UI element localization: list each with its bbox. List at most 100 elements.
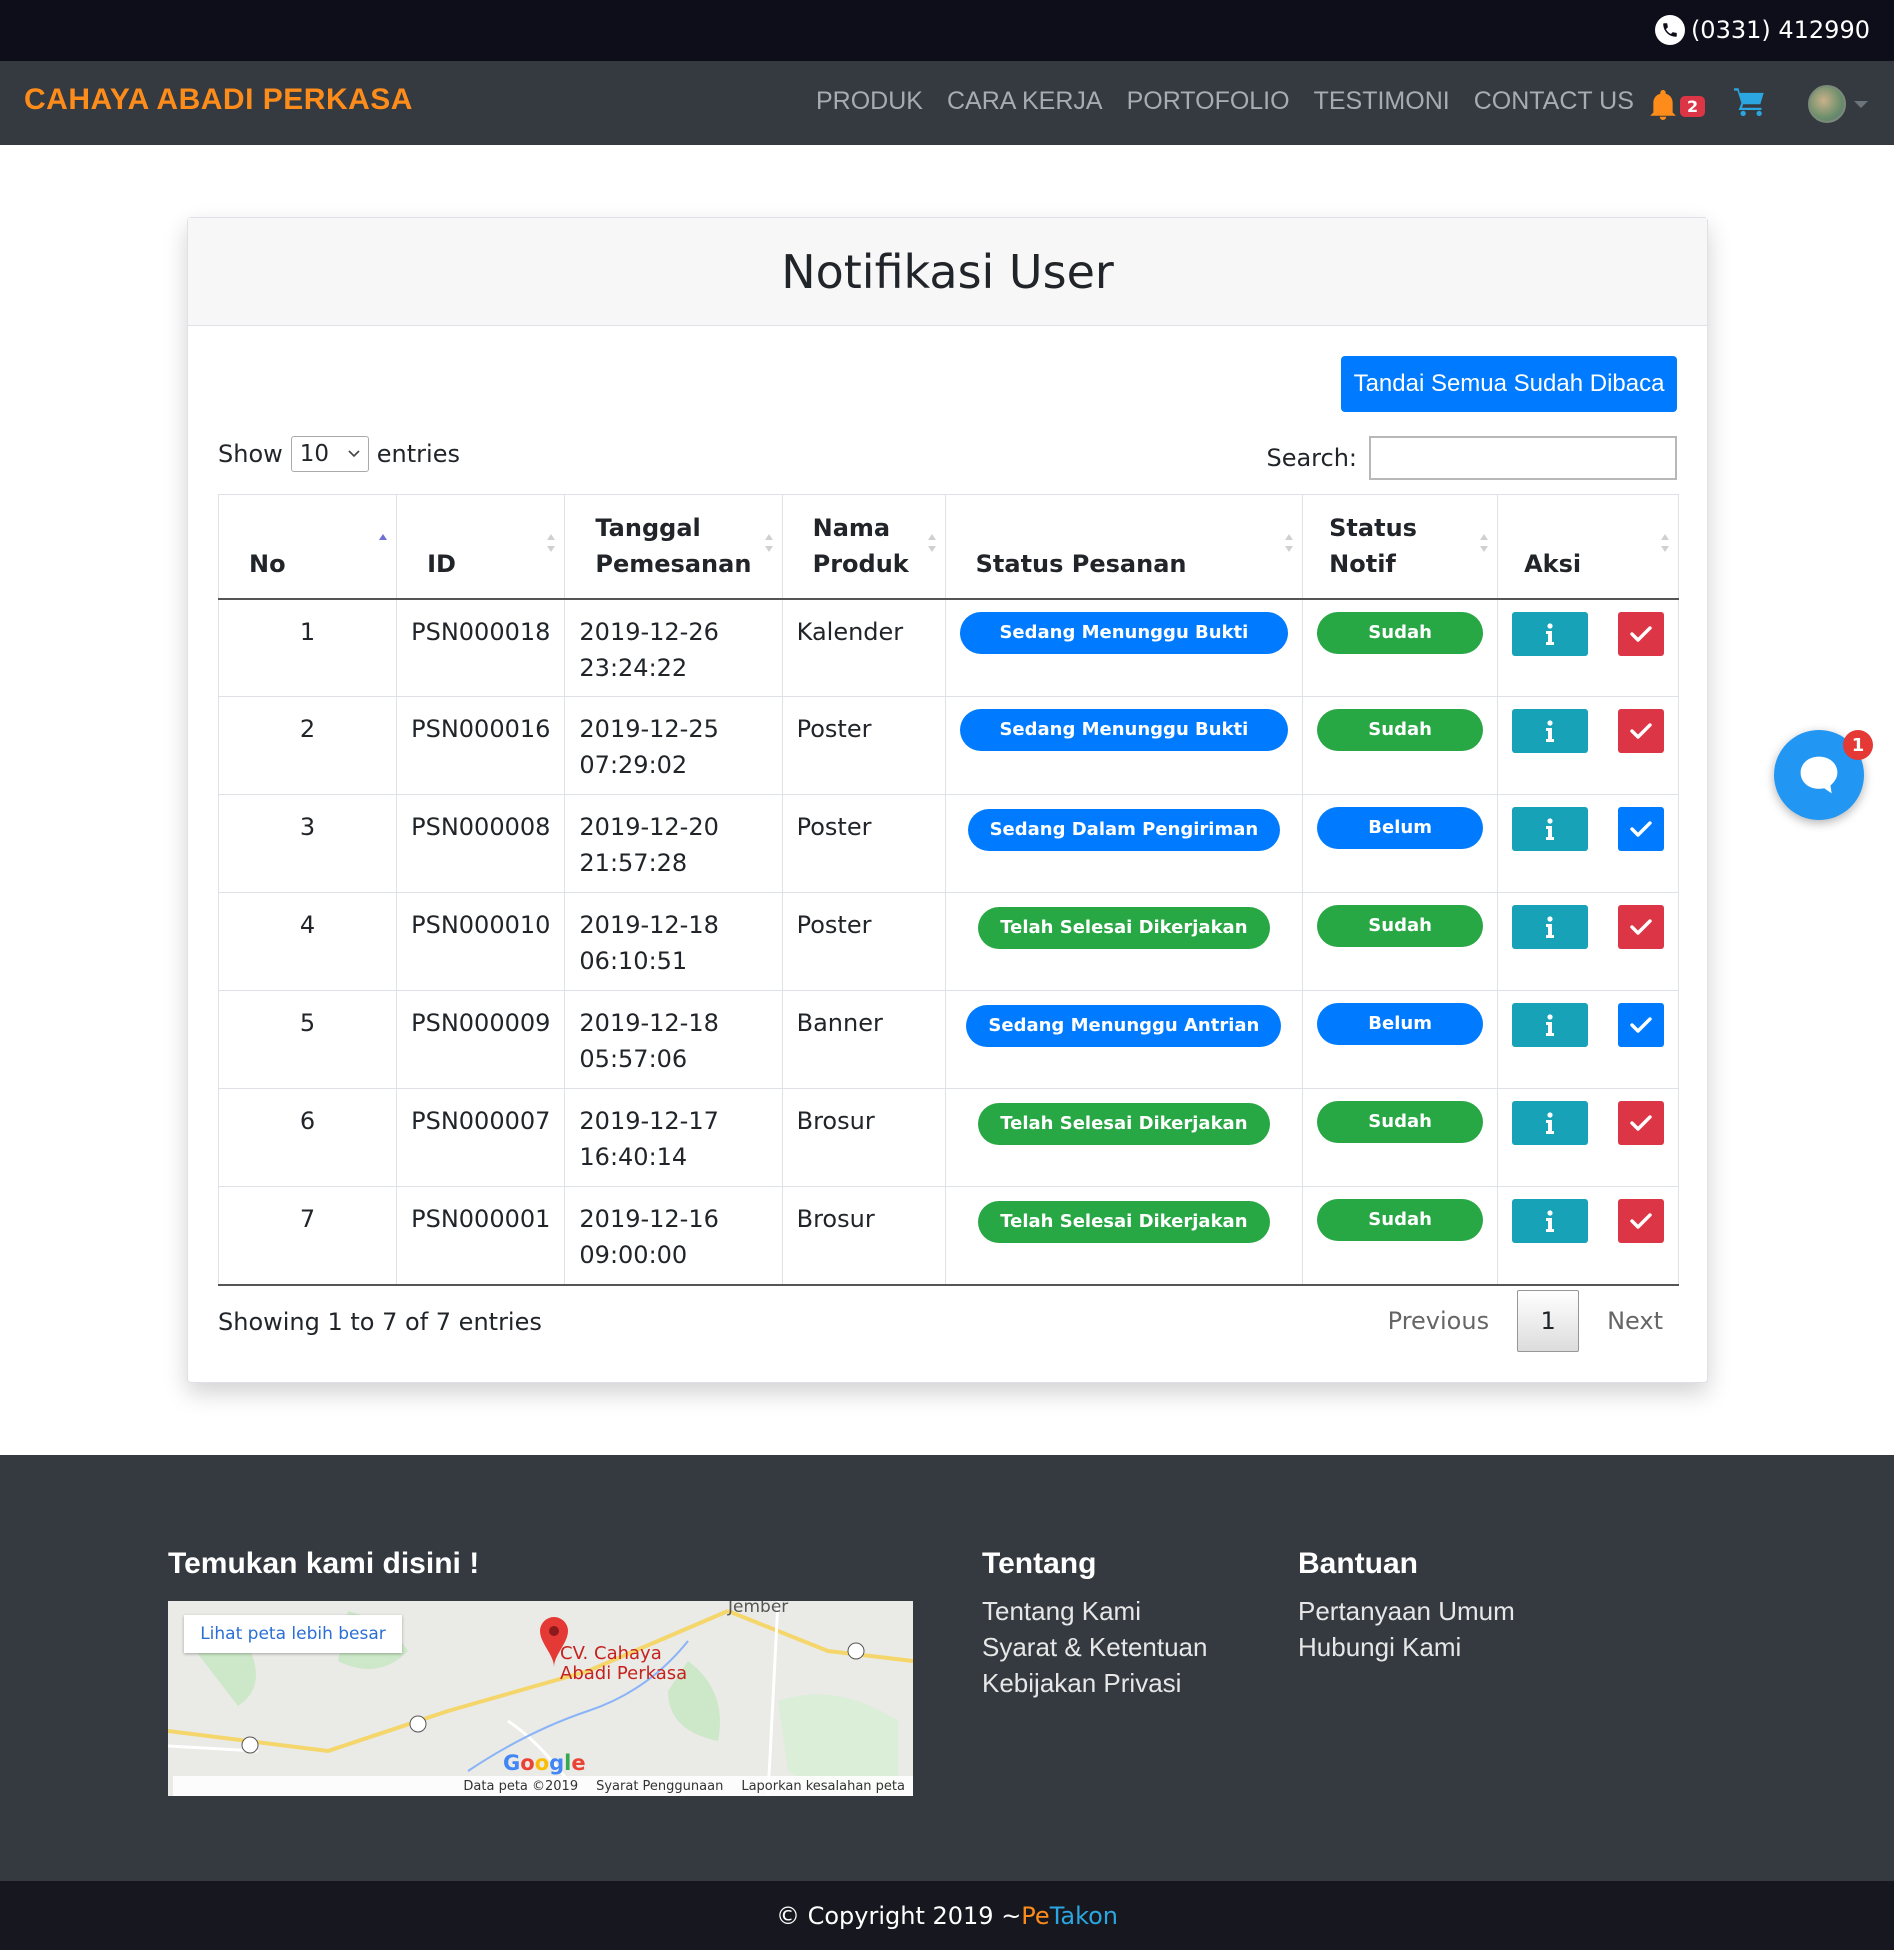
map-city-label: Jember: [728, 1601, 789, 1617]
mark-read-button[interactable]: [1618, 807, 1664, 851]
entries-select[interactable]: 10: [290, 436, 369, 472]
detail-button[interactable]: [1512, 905, 1589, 949]
map-terms-link[interactable]: Syarat Penggunaan: [596, 1779, 723, 1794]
info-icon: [1546, 720, 1555, 742]
cell-no: 1: [217, 598, 398, 697]
col-header-id[interactable]: ID: [396, 494, 566, 600]
cell-id: PSN000018: [396, 598, 566, 697]
copyright-brand-takon[interactable]: Takon: [1050, 1902, 1118, 1930]
status-notif-badge: Belum Dibaca: [1317, 807, 1484, 880]
cart-button[interactable]: [1734, 87, 1768, 121]
mark-read-button[interactable]: [1618, 905, 1664, 949]
mark-read-button[interactable]: [1618, 1101, 1664, 1145]
table-row: 2 PSN000016 2019-12-25 07:29:02 Poster Sedang…: [217, 696, 1679, 795]
sort-icon: [1480, 534, 1489, 552]
map-attribution: Data peta ©2019 Syarat Penggunaan Lapork…: [173, 1776, 913, 1796]
link-tentang-kami[interactable]: Tentang Kami: [982, 1593, 1207, 1629]
mark-read-button[interactable]: [1618, 611, 1664, 656]
mark-read-button[interactable]: [1618, 709, 1664, 753]
top-bar: (0331) 412990: [0, 0, 1894, 61]
status-notif-badge: Sudah Dibaca: [1317, 905, 1484, 978]
nav-portofolio[interactable]: PORTOFOLIO: [1127, 87, 1290, 116]
cell-status-notif: Sudah Dibaca: [1302, 598, 1499, 697]
cell-no: 2: [217, 696, 398, 795]
col-header-no[interactable]: No: [217, 494, 398, 600]
detail-button[interactable]: [1512, 1199, 1589, 1243]
view-larger-map-button[interactable]: Lihat peta lebih besar: [184, 1615, 402, 1653]
detail-button[interactable]: [1512, 709, 1589, 753]
status-pesanan-badge: Sedang Menunggu Bukti Transfer: [959, 709, 1289, 782]
copyright-bar: © Copyright 2019 ~ Pe Takon: [0, 1881, 1894, 1950]
detail-button[interactable]: [1512, 611, 1589, 656]
link-hubungi-kami[interactable]: Hubungi Kami: [1298, 1629, 1515, 1665]
chat-bubble-icon: [1800, 756, 1838, 794]
table-search: Search:: [1266, 436, 1677, 480]
check-icon: [1630, 625, 1652, 642]
cell-produk: Kalender: [781, 598, 946, 697]
cell-status-notif: Sudah Dibaca: [1302, 1186, 1499, 1286]
cell-produk: Brosur: [781, 1186, 946, 1286]
cell-aksi: [1497, 794, 1679, 893]
check-icon: [1630, 919, 1652, 935]
cell-id: PSN000010: [396, 892, 566, 991]
search-input[interactable]: [1369, 436, 1677, 480]
brand-logo[interactable]: CAHAYA ABADI PERKASA: [24, 83, 413, 117]
table-info: Showing 1 to 7 of 7 entries: [218, 1308, 542, 1336]
sort-asc-icon: [379, 534, 388, 540]
phone-contact[interactable]: (0331) 412990: [1654, 15, 1870, 45]
cell-produk: Poster: [781, 892, 946, 991]
col-header-status-notif[interactable]: Status Notif: [1302, 494, 1499, 600]
link-kebijakan-privasi[interactable]: Kebijakan Privasi: [982, 1665, 1207, 1701]
mark-read-button[interactable]: [1618, 1199, 1664, 1243]
table-row: 7 PSN000001 2019-12-16 09:00:00 Brosur Telah …: [217, 1186, 1679, 1286]
notification-button[interactable]: 2: [1650, 86, 1706, 122]
nav-cara-kerja[interactable]: CARA KERJA: [947, 87, 1103, 116]
nav-produk[interactable]: PRODUK: [816, 87, 923, 116]
status-notif-badge: Sudah Dibaca: [1317, 611, 1484, 685]
map-report-link[interactable]: Laporkan kesalahan peta: [741, 1779, 905, 1794]
cell-status-pesanan: Telah Selesai Dikerjakan: [944, 1088, 1304, 1187]
cell-status-pesanan: Telah Selesai Dikerjakan: [944, 1186, 1304, 1286]
nav-testimoni[interactable]: TESTIMONI: [1314, 87, 1450, 116]
col-header-status-pesanan[interactable]: Status Pesanan: [944, 494, 1304, 600]
page-title: Notifikasi User: [781, 244, 1114, 299]
user-avatar[interactable]: [1808, 85, 1846, 123]
detail-button[interactable]: [1512, 1101, 1589, 1145]
next-page-button[interactable]: Next: [1607, 1307, 1663, 1335]
cart-icon: [1734, 88, 1764, 117]
nav-contact-us[interactable]: CONTACT US: [1474, 87, 1634, 116]
mark-read-button[interactable]: [1618, 1003, 1664, 1047]
link-syarat-ketentuan[interactable]: Syarat & Ketentuan: [982, 1629, 1207, 1665]
page-1-button[interactable]: 1: [1517, 1290, 1580, 1352]
sort-icon: [1285, 534, 1294, 552]
location-map[interactable]: Lihat peta lebih besar CV. Cahaya Abadi …: [168, 1601, 913, 1796]
previous-page-button[interactable]: Previous: [1388, 1307, 1489, 1335]
status-pesanan-badge: Sedang Menunggu Antrian: [966, 1005, 1282, 1047]
entries-length-control: Show 10 entries: [218, 436, 460, 472]
search-label: Search:: [1266, 444, 1357, 472]
detail-button[interactable]: [1512, 1003, 1589, 1047]
notification-card: Notifikasi User Tandai Semua Sudah Dibac…: [187, 217, 1708, 1383]
sort-icon: [927, 534, 936, 552]
cell-id: PSN000016: [396, 696, 566, 795]
nav-icons: 2: [1650, 85, 1868, 123]
copyright-brand-pe[interactable]: Pe: [1021, 1902, 1049, 1930]
mark-all-read-button[interactable]: Tandai Semua Sudah Dibaca: [1341, 356, 1677, 412]
chevron-down-icon[interactable]: [1854, 100, 1868, 108]
notification-count-badge: 2: [1680, 96, 1706, 117]
status-pesanan-badge: Sedang Dalam Pengiriman: [967, 809, 1281, 851]
link-pertanyaan-umum[interactable]: Pertanyaan Umum: [1298, 1593, 1515, 1629]
status-notif-badge: Sudah Dibaca: [1317, 709, 1484, 782]
about-links: Tentang Kami Syarat & Ketentuan Kebijaka…: [982, 1593, 1207, 1701]
cell-no: 6: [217, 1088, 398, 1187]
cell-status-pesanan: Sedang Dalam Pengiriman: [944, 794, 1304, 893]
phone-icon: [1654, 15, 1685, 45]
cell-status-pesanan: Sedang Menunggu Antrian: [944, 990, 1304, 1089]
status-pesanan-badge: Sedang Menunggu Bukti Transfer: [959, 611, 1289, 685]
col-header-nama-produk[interactable]: Nama Produk: [781, 494, 946, 600]
info-icon: [1546, 1014, 1555, 1036]
detail-button[interactable]: [1512, 807, 1589, 851]
table-row: 3 PSN000008 2019-12-20 21:57:28 Poster Sedang…: [217, 794, 1679, 893]
col-header-aksi[interactable]: Aksi: [1497, 494, 1679, 600]
col-header-tanggal[interactable]: Tanggal Pemesanan: [564, 494, 783, 600]
